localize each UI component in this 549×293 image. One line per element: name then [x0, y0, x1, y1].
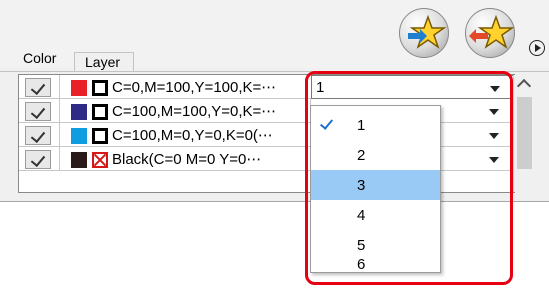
visibility-checkbox[interactable]	[25, 126, 51, 145]
outline-swatch-icon	[92, 104, 108, 120]
play-circle-icon[interactable]	[529, 40, 545, 56]
color-swatch	[71, 128, 87, 144]
tab-color[interactable]: Color	[14, 49, 72, 71]
color-name: Black(C=0 M=0 Y=0⋯	[112, 151, 262, 168]
outline-swatch-icon	[92, 80, 108, 96]
no-color-x-icon	[92, 152, 108, 168]
callout-highlight	[305, 71, 513, 285]
visibility-checkbox[interactable]	[25, 102, 51, 121]
star-arrow-left-icon	[469, 14, 515, 49]
color-name: C=0,M=100,Y=100,K=⋯	[112, 79, 277, 96]
color-swatch	[71, 80, 87, 96]
outline-swatch-icon	[92, 128, 108, 144]
visibility-checkbox[interactable]	[25, 150, 51, 169]
tab-layer[interactable]: Layer	[74, 52, 134, 72]
visibility-checkbox[interactable]	[25, 78, 51, 97]
scroll-up-icon[interactable]	[516, 78, 532, 94]
star-arrow-right-button[interactable]	[399, 8, 449, 58]
color-name: C=100,M=100,Y=0,K=⋯	[112, 103, 277, 120]
color-name: C=100,M=0,Y=0,K=0(⋯	[112, 127, 273, 144]
star-arrow-right-icon	[408, 14, 447, 49]
color-swatch	[71, 104, 87, 120]
vertical-scrollbar[interactable]	[513, 75, 535, 192]
color-swatch	[71, 152, 87, 168]
star-arrow-left-button[interactable]	[465, 8, 515, 58]
scroll-thumb[interactable]	[517, 97, 532, 169]
